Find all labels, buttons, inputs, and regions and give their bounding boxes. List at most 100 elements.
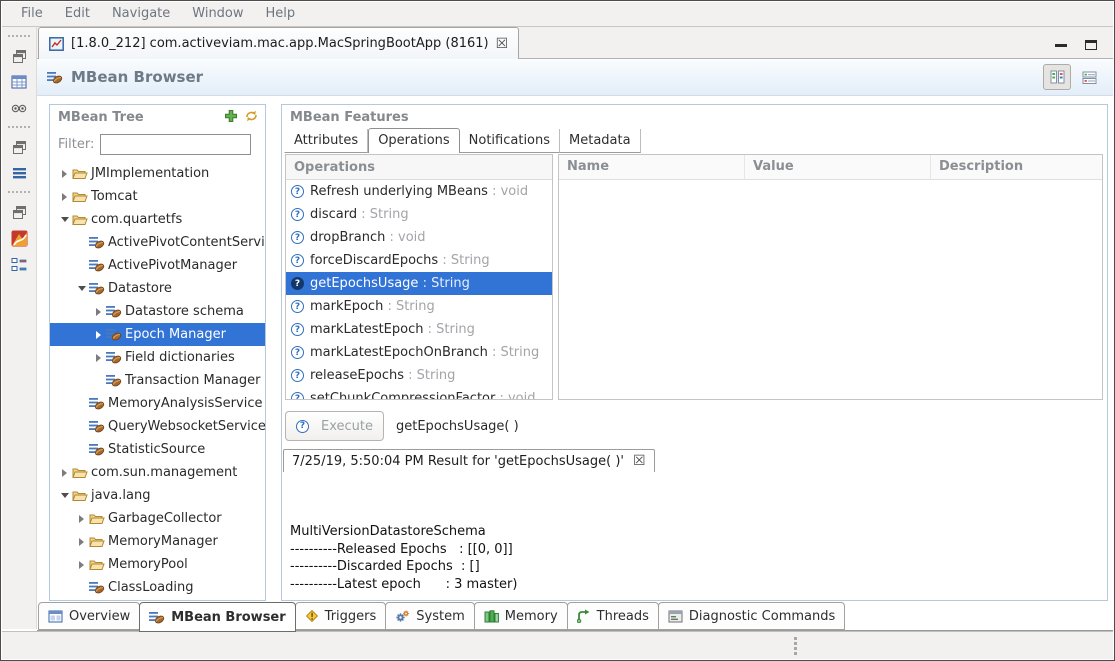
tree-item[interactable]: Datastore bbox=[50, 277, 265, 300]
plus-button[interactable] bbox=[224, 109, 238, 127]
bottom-tab-label: MBean Browser bbox=[171, 610, 285, 625]
layout-grid-button[interactable] bbox=[1043, 64, 1071, 90]
layout-list-button[interactable] bbox=[1075, 64, 1103, 90]
tree-item[interactable]: ActivePivotManager bbox=[50, 254, 265, 277]
tree-item[interactable]: ClassLoading bbox=[50, 576, 265, 599]
menu-item-window[interactable]: Window bbox=[181, 2, 254, 26]
result-tab[interactable]: 7/25/19, 5:50:04 PM Result for 'getEpoch… bbox=[283, 449, 655, 472]
tree-item[interactable]: Tomcat bbox=[50, 185, 265, 208]
chevron-down-icon[interactable] bbox=[58, 217, 71, 222]
tree-item[interactable]: Transaction Manager bbox=[50, 369, 265, 392]
bottom-tab-memory[interactable]: Memory bbox=[474, 602, 568, 630]
operation-return-type: : String bbox=[357, 207, 408, 222]
tree-item[interactable]: com.quartetfs bbox=[50, 208, 265, 231]
question-icon: ? bbox=[291, 185, 304, 198]
tab-operations[interactable]: Operations bbox=[368, 128, 459, 153]
tree-item[interactable]: GarbageCollector bbox=[50, 507, 265, 530]
bean-icon bbox=[88, 282, 105, 295]
column-header-value[interactable]: Value bbox=[745, 155, 931, 179]
tree-item[interactable]: StatisticSource bbox=[50, 438, 265, 461]
refresh-button[interactable] bbox=[244, 109, 259, 127]
operation-item[interactable]: ?markLatestEpoch : String bbox=[286, 318, 552, 341]
tree-item[interactable]: MemoryPool bbox=[50, 553, 265, 576]
operation-item[interactable]: ?setChunkCompressionFactor : void bbox=[286, 387, 552, 400]
operation-item[interactable]: ?markLatestEpochOnBranch : String bbox=[286, 341, 552, 364]
editor-tab[interactable]: [1.8.0_212] com.activeviam.mac.app.MacSp… bbox=[38, 27, 519, 59]
tree-item[interactable]: Epoch Manager bbox=[50, 323, 265, 346]
tree-item[interactable]: Field dictionaries bbox=[50, 346, 265, 369]
operation-item[interactable]: ?getEpochsUsage : String bbox=[286, 272, 552, 295]
execute-button[interactable]: ? Execute bbox=[285, 411, 384, 441]
toolbar-button[interactable] bbox=[7, 162, 31, 184]
close-icon[interactable]: ☒ bbox=[633, 454, 646, 468]
chevron-down-icon[interactable] bbox=[75, 286, 88, 291]
chevron-right-icon[interactable] bbox=[75, 561, 88, 569]
operation-return-type: : void bbox=[385, 230, 425, 245]
chevron-right-icon[interactable] bbox=[75, 515, 88, 523]
bottom-tab-system[interactable]: System bbox=[385, 602, 474, 630]
tab-metadata[interactable]: Metadata bbox=[560, 129, 641, 153]
question-icon: ? bbox=[291, 346, 304, 359]
chevron-right-icon[interactable] bbox=[58, 469, 71, 477]
tree-item[interactable]: Datastore schema bbox=[50, 300, 265, 323]
tree-item-label: Tomcat bbox=[91, 189, 138, 204]
toolbar-button[interactable] bbox=[7, 201, 31, 223]
mbean-features-header: MBean Features bbox=[282, 105, 1107, 129]
operation-item[interactable]: ?releaseEpochs : String bbox=[286, 364, 552, 387]
tree-item[interactable]: com.sun.management bbox=[50, 461, 265, 484]
toolbar-button[interactable] bbox=[7, 45, 31, 67]
operation-item[interactable]: ?Refresh underlying MBeans : void bbox=[286, 180, 552, 203]
bottom-tab-mbean-browser[interactable]: MBean Browser bbox=[139, 602, 295, 632]
toolbar-button[interactable] bbox=[7, 136, 31, 158]
bottom-tab-diagnostic-commands[interactable]: Diagnostic Commands bbox=[658, 602, 845, 630]
tree-item[interactable]: JMImplementation bbox=[50, 162, 265, 185]
toolbar-button[interactable] bbox=[7, 97, 31, 119]
tree-item[interactable]: java.lang bbox=[50, 484, 265, 507]
operation-item[interactable]: ?markEpoch : String bbox=[286, 295, 552, 318]
tab-notifications[interactable]: Notifications bbox=[460, 129, 560, 153]
maximize-icon[interactable] bbox=[1085, 40, 1097, 50]
minimize-icon[interactable] bbox=[1055, 44, 1067, 47]
menu-item-navigate[interactable]: Navigate bbox=[101, 2, 181, 26]
column-header-description[interactable]: Description bbox=[931, 155, 1102, 179]
chevron-down-icon[interactable] bbox=[58, 493, 71, 498]
tree-item[interactable]: MemoryAnalysisService bbox=[50, 392, 265, 415]
bean-icon bbox=[149, 611, 165, 624]
operation-name: markLatestEpochOnBranch bbox=[310, 345, 488, 360]
operation-name: Refresh underlying MBeans bbox=[310, 184, 488, 199]
folder-icon bbox=[71, 213, 88, 226]
operation-item[interactable]: ?dropBranch : void bbox=[286, 226, 552, 249]
bottom-tab-overview[interactable]: Overview bbox=[38, 602, 140, 630]
chevron-right-icon[interactable] bbox=[58, 170, 71, 178]
column-header-name[interactable]: Name bbox=[559, 155, 745, 179]
tree-item[interactable]: ActivePivotContentServi bbox=[50, 231, 265, 254]
bottom-tab-label: System bbox=[416, 609, 464, 624]
operation-item[interactable]: ?forceDiscardEpochs : String bbox=[286, 249, 552, 272]
toolbar-button[interactable] bbox=[7, 253, 31, 275]
result-tab-label: 7/25/19, 5:50:04 PM Result for 'getEpoch… bbox=[292, 454, 624, 469]
operations-column-header[interactable]: Operations bbox=[286, 155, 552, 180]
chevron-right-icon[interactable] bbox=[92, 308, 105, 316]
filter-input[interactable] bbox=[100, 134, 251, 155]
menu-item-file[interactable]: File bbox=[10, 2, 54, 26]
chevron-right-icon[interactable] bbox=[92, 331, 105, 339]
chevron-right-icon[interactable] bbox=[58, 193, 71, 201]
chevron-right-icon[interactable] bbox=[92, 354, 105, 362]
tree-item[interactable]: QueryWebsocketService bbox=[50, 415, 265, 438]
bottom-tab-threads[interactable]: Threads bbox=[567, 602, 659, 630]
chevron-right-icon[interactable] bbox=[75, 538, 88, 546]
close-icon[interactable]: ☒ bbox=[496, 37, 509, 51]
tab-attributes[interactable]: Attributes bbox=[284, 129, 368, 153]
menu-item-help[interactable]: Help bbox=[255, 2, 307, 26]
bottom-tab-triggers[interactable]: Triggers bbox=[295, 602, 387, 630]
filter-label: Filter: bbox=[58, 137, 94, 152]
toolbar-button[interactable] bbox=[7, 71, 31, 93]
menu-item-edit[interactable]: Edit bbox=[54, 2, 101, 26]
bean-icon bbox=[47, 71, 63, 84]
toolbar-button[interactable] bbox=[7, 227, 31, 249]
tree-item-label: ClassLoading bbox=[108, 580, 194, 595]
tree-item[interactable]: MemoryManager bbox=[50, 530, 265, 553]
operation-return-type: : String bbox=[383, 299, 434, 314]
splitter-handle[interactable] bbox=[794, 637, 797, 655]
operation-item[interactable]: ?discard : String bbox=[286, 203, 552, 226]
